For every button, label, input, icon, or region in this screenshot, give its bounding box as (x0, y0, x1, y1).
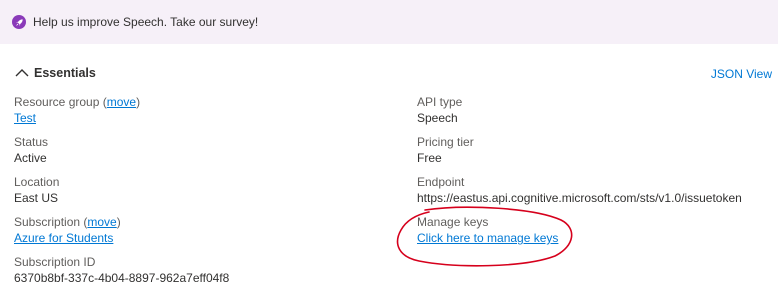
pricing-tier-label: Pricing tier (417, 135, 474, 149)
endpoint-field: Endpoint https://eastus.api.cognitive.mi… (417, 175, 772, 215)
pricing-tier-value: Free (417, 151, 442, 165)
subscription-id-field: Subscription ID 6370b8bf-337c-4b04-8897-… (14, 255, 394, 286)
subscription-id-value: 6370b8bf-337c-4b04-8897-962a7eff04f8 (14, 271, 230, 285)
essentials-left-column: Resource group (move) Test Status Active… (14, 95, 394, 286)
pricing-tier-field: Pricing tier Free (417, 135, 772, 175)
subscription-id-label: Subscription ID (14, 255, 96, 269)
subscription-label: Subscription (move) (14, 215, 121, 229)
manage-keys-link[interactable]: Click here to manage keys (417, 231, 558, 245)
location-label: Location (14, 175, 60, 189)
resource-group-field: Resource group (move) Test (14, 95, 394, 135)
rocket-icon (12, 15, 26, 29)
manage-keys-label: Manage keys (417, 215, 489, 229)
essentials-right-column: API type Speech Pricing tier Free Endpoi… (417, 95, 772, 255)
subscription-link[interactable]: Azure for Students (14, 231, 113, 245)
subscription-move-link[interactable]: move (87, 215, 116, 229)
status-field: Status Active (14, 135, 394, 175)
location-field: Location East US (14, 175, 394, 215)
location-value: East US (14, 191, 59, 205)
essentials-title: Essentials (34, 66, 96, 80)
api-type-value: Speech (417, 111, 458, 125)
endpoint-label: Endpoint (417, 175, 465, 189)
api-type-field: API type Speech (417, 95, 772, 135)
survey-banner-text[interactable]: Help us improve Speech. Take our survey! (33, 15, 258, 29)
survey-banner[interactable]: Help us improve Speech. Take our survey! (0, 0, 778, 44)
status-label: Status (14, 135, 49, 149)
essentials-toggle[interactable]: Essentials (14, 66, 96, 80)
resource-group-move-link[interactable]: move (107, 95, 136, 109)
subscription-field: Subscription (move) Azure for Students (14, 215, 394, 255)
resource-group-link[interactable]: Test (14, 111, 36, 125)
resource-group-label: Resource group (move) (14, 95, 141, 109)
manage-keys-field: Manage keys Click here to manage keys (417, 215, 772, 255)
chevron-up-icon (15, 69, 29, 77)
status-value: Active (14, 151, 47, 165)
endpoint-value: https://eastus.api.cognitive.microsoft.c… (417, 191, 742, 205)
api-type-label: API type (417, 95, 463, 109)
json-view-link[interactable]: JSON View (711, 67, 772, 81)
